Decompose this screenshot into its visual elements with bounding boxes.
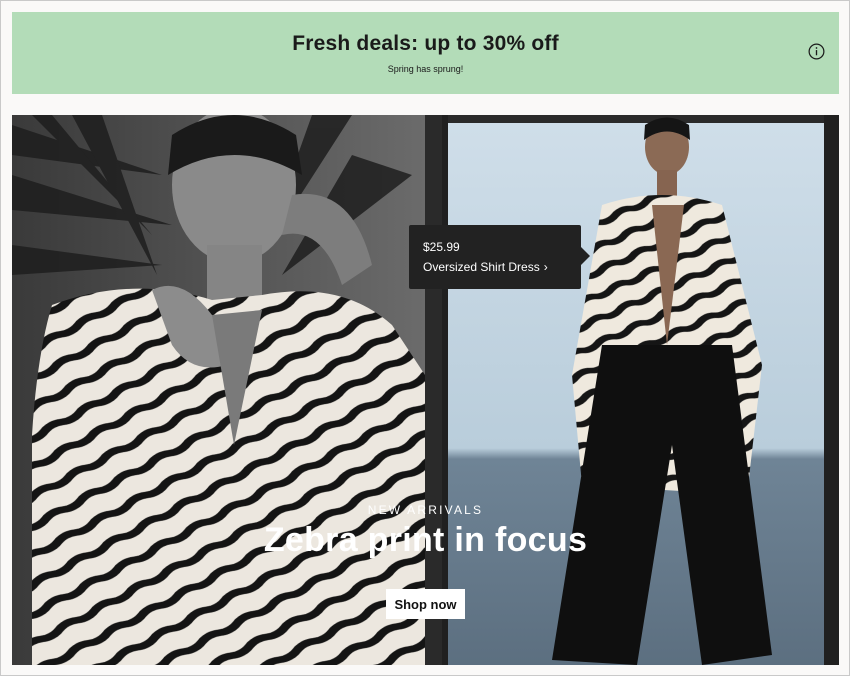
shop-now-button[interactable]: Shop now [386,589,465,619]
promo-subtitle: Spring has sprung! [387,64,464,74]
hero-eyebrow: NEW ARRIVALS [367,503,484,517]
hero-image [12,115,839,665]
product-name-link[interactable]: Oversized Shirt Dress › [423,260,548,274]
promo-title: Fresh deals: up to 30% off [292,32,559,55]
product-price: $25.99 [423,240,460,254]
product-name: Oversized Shirt Dress [423,260,540,274]
product-tag[interactable]: $25.99 Oversized Shirt Dress › [409,225,590,289]
promo-banner[interactable]: Fresh deals: up to 30% off Spring has sp… [12,12,839,94]
info-icon[interactable] [808,43,825,60]
hero-banner[interactable]: $25.99 Oversized Shirt Dress › NEW ARRIVA… [12,115,839,665]
chevron-right-icon: › [543,260,548,274]
hero-headline: Zebra print in focus [263,521,588,559]
